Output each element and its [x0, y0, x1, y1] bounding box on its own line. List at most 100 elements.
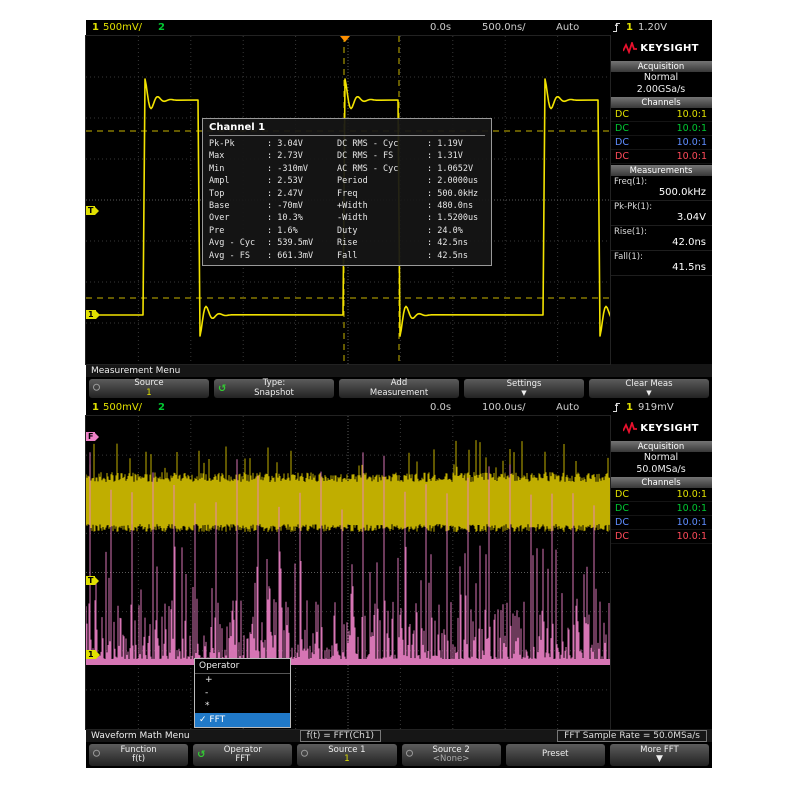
meas-value: : 1.0652V — [427, 163, 474, 174]
ground-marker-label: 1 — [86, 650, 96, 659]
meas-label: Over — [209, 213, 230, 224]
softkey-clear-meas[interactable]: Clear Meas ▼ — [589, 379, 709, 398]
dropdown-item-fft-selected[interactable]: ✓ FFT — [195, 713, 290, 727]
down-arrow-icon: ▼ — [521, 388, 527, 397]
meas-label: Max — [209, 151, 225, 162]
channel1-ground-marker[interactable]: 1 — [86, 650, 100, 659]
measurement-label: Rise(1): — [614, 227, 647, 237]
cycle-arrow-icon: ↺ — [218, 382, 227, 394]
meas-label: Min — [209, 163, 225, 174]
meas-label: AC RMS - Cyc — [337, 163, 399, 174]
channel2-badge: 2 — [158, 402, 165, 413]
select-circle-icon — [405, 749, 413, 761]
trigger-level-marker[interactable]: T — [86, 206, 100, 215]
channel-row[interactable]: DC 10.0:1 — [610, 502, 712, 516]
marker-arrow-icon — [95, 310, 100, 319]
trigger-level-marker[interactable]: T — [86, 576, 100, 585]
softkey-settings[interactable]: Settings ▼ — [464, 379, 584, 398]
channel-row[interactable]: DC 10.0:1 — [610, 530, 712, 544]
meas-label: Pk-Pk — [209, 139, 235, 149]
channel-coupling: DC — [615, 109, 629, 120]
meas-label: -Width — [337, 213, 368, 224]
dropdown-item-multiply[interactable]: * — [195, 700, 290, 713]
meas-value: : 661.3mV — [267, 250, 314, 261]
channel-coupling: DC — [615, 531, 629, 542]
brand-name: KEYSIGHT — [640, 42, 699, 54]
measurement-readout: Pk-Pk(1): 3.04V — [610, 201, 712, 226]
softkey-label: Preset — [542, 749, 569, 760]
meas-value: : 2.47V — [267, 188, 303, 199]
channel-probe: 10.0:1 — [676, 151, 707, 162]
meas-label: Pre — [209, 225, 225, 236]
channel-coupling: DC — [615, 489, 629, 500]
softkey-source2[interactable]: Source 2 <None> — [401, 744, 501, 766]
operator-dropdown: Operator + - * ✓ FFT — [194, 658, 291, 728]
meas-value: : -70mV — [267, 201, 303, 212]
channel-probe: 10.0:1 — [676, 137, 707, 148]
channel-coupling: DC — [615, 137, 629, 148]
info-sidebar: KEYSIGHT Acquisition Normal 50.0MSa/s Ch… — [610, 416, 712, 729]
status-bar: 1 500mV/ 2 0.0s 500.0ns/ Auto 1 1.20V — [86, 20, 712, 36]
measurement-readout: Fall(1): 41.5ns — [610, 251, 712, 276]
math-formula-readout: f(t) = FFT(Ch1) — [299, 729, 382, 742]
softkey-source[interactable]: Source 1 — [89, 378, 209, 398]
softkey-preset[interactable]: Preset — [505, 744, 605, 766]
channel-probe: 10.0:1 — [676, 489, 707, 500]
trigger-time-marker-icon[interactable] — [340, 36, 350, 42]
select-circle-icon — [93, 383, 100, 394]
softkey-function[interactable]: Function f(t) — [89, 744, 189, 766]
channel-row[interactable]: DC 10.0:1 — [610, 136, 712, 150]
timebase: 500.0ns/ — [482, 22, 526, 33]
measurement-value: 3.04V — [676, 212, 706, 223]
meas-label: Duty — [337, 225, 358, 236]
softkey-type[interactable]: ↺ Type: Snapshot — [214, 378, 334, 398]
cycle-arrow-icon: ↺ — [197, 749, 206, 761]
meas-value: : 3.04V — [267, 139, 303, 149]
dropdown-item-minus[interactable]: - — [195, 687, 290, 700]
softkey-source1[interactable]: Source 1 1 — [297, 744, 397, 766]
meas-value: : 539.5mV — [267, 238, 314, 249]
meas-value: : 2.53V — [267, 176, 303, 187]
trigger-edge-icon — [612, 22, 621, 37]
time-offset: 0.0s — [430, 22, 452, 33]
channel1-ground-marker[interactable]: 1 — [86, 310, 100, 319]
channel-coupling: DC — [615, 517, 629, 528]
down-arrow-icon: ▼ — [646, 388, 652, 397]
channel-row[interactable]: DC 10.0:1 — [610, 150, 712, 164]
meas-value: : 24.0% — [427, 225, 463, 236]
softkey-add-measurement[interactable]: Add Measurement — [339, 378, 459, 398]
main-row: F T 1 Operator + - * ✓ FFT KEYSIGHT Acqu… — [85, 415, 712, 730]
marker-arrow-icon — [95, 432, 100, 441]
meas-label: DC RMS - FS — [337, 151, 394, 162]
marker-arrow-icon — [95, 650, 100, 659]
popup-title: Channel 1 — [209, 122, 485, 136]
softkey-more-fft[interactable]: More FFT ▼ — [609, 744, 710, 766]
channel-row[interactable]: DC 10.0:1 — [610, 516, 712, 530]
measurement-readout: Freq(1): 500.0kHz — [610, 176, 712, 201]
math-marker-label: F — [86, 432, 96, 441]
meas-value: : 42.5ns — [427, 238, 468, 249]
dropdown-item-plus[interactable]: + — [195, 674, 290, 687]
softkey-value: 1 — [146, 387, 152, 398]
menu-title: Measurement Menu — [91, 365, 181, 376]
channel-row[interactable]: DC 10.0:1 — [610, 122, 712, 136]
softkey-row: Function f(t) ↺ Operator FFT Source 1 1 … — [86, 742, 712, 768]
dropdown-selected-label: FFT — [209, 715, 226, 725]
meas-label: Base — [209, 201, 230, 212]
acquisition-mode: Normal — [643, 72, 679, 83]
channel-row[interactable]: DC 10.0:1 — [610, 488, 712, 502]
channel-row[interactable]: DC 10.0:1 — [610, 108, 712, 122]
check-icon: ✓ — [199, 715, 207, 725]
channels-header: Channels — [610, 476, 712, 488]
measurement-label: Pk-Pk(1): — [614, 202, 653, 212]
measurement-label: Freq(1): — [614, 177, 648, 187]
trigger-edge-icon — [612, 402, 621, 417]
meas-value: : 1.19V — [427, 139, 463, 149]
math-reference-marker[interactable]: F — [86, 432, 100, 441]
time-offset: 0.0s — [430, 402, 452, 413]
meas-label: Fall — [337, 250, 358, 261]
softkey-value: Snapshot — [254, 387, 294, 398]
measurement-value: 42.0ns — [672, 237, 706, 248]
meas-label: Ampl — [209, 176, 230, 187]
softkey-operator[interactable]: ↺ Operator FFT — [193, 744, 293, 766]
